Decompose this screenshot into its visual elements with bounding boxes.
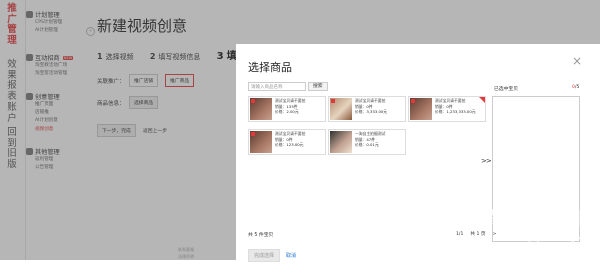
tag-icon	[411, 99, 415, 103]
selected-max: /5	[574, 85, 580, 90]
finish-select-button[interactable]: 完成选择	[248, 249, 281, 262]
product-sales: 0件	[446, 103, 453, 109]
modal-title: 选择商品	[248, 61, 292, 74]
total-count: 共 5 件宝贝	[248, 233, 274, 238]
pager: 1/1 共 1 页 >	[449, 231, 496, 237]
watermark-url: bbs.taobao.com	[497, 244, 565, 253]
product-info: 测试宝贝请不要拍 销量：0件 价格：1,233,333.00元	[435, 98, 476, 115]
product-sales: 133件	[286, 103, 298, 109]
product-card[interactable]: 测试宝贝请不要拍 销量：0件 价格：1,233,333.00元	[408, 96, 486, 122]
sales-label: 销量：	[275, 103, 287, 109]
product-info: 测试宝贝请不要拍 销量：0件 价格：3,333.00元	[355, 98, 387, 115]
product-thumbnail	[250, 131, 272, 153]
sales-label: 销量：	[275, 136, 287, 142]
move-to-selected-button[interactable]: >>	[481, 157, 492, 165]
sales-label: 销量：	[355, 103, 367, 109]
product-info: 一淘自主拍摄测试 销量：47件 价格：0.01元	[355, 131, 385, 148]
tag-icon	[251, 99, 255, 103]
product-sales: 0件	[286, 136, 293, 142]
price-label: 价格：	[355, 142, 367, 148]
price-label: 价格：	[355, 109, 367, 115]
price-label: 价格：	[275, 142, 287, 148]
selected-corner-icon	[479, 97, 485, 103]
tag-icon	[251, 132, 255, 136]
product-price: 0.01元	[366, 142, 379, 148]
product-price: 2.00元	[286, 109, 299, 115]
tag-icon	[331, 99, 335, 103]
product-search-input[interactable]: 请输入商品名称	[248, 82, 306, 91]
page: 推广管理 效果报表 账户 回到旧版 计划管理 CPS计划管理 AI计划管理 互动…	[0, 0, 600, 262]
price-label: 价格：	[435, 109, 447, 115]
product-card[interactable]: 测试宝贝请不要拍 销量：0件 价格：3,333.00元	[328, 96, 406, 122]
sales-label: 销量：	[355, 136, 367, 142]
product-thumbnail	[330, 98, 352, 120]
product-card[interactable]: 一淘自主拍摄测试 销量：47件 价格：0.01元	[328, 129, 406, 155]
price-label: 价格：	[275, 109, 287, 115]
watermark-domain: 6pf.cn	[518, 226, 565, 244]
sales-label: 销量：	[435, 103, 447, 109]
product-info: 测试宝贝请不要拍 销量：133件 价格：2.00元	[275, 98, 305, 115]
product-price: 1,233,333.00元	[446, 109, 476, 115]
product-thumbnail	[250, 98, 272, 120]
product-thumbnail	[330, 131, 352, 153]
product-sales: 47件	[366, 136, 376, 142]
selected-count: 0/5	[572, 85, 579, 90]
page-total: 共 1 页	[470, 232, 486, 237]
search-button[interactable]: 搜索	[308, 82, 328, 91]
watermark-logo-icon	[571, 237, 586, 252]
product-thumbnail	[410, 98, 432, 120]
selected-panel-title: 已选中宝贝	[494, 87, 518, 92]
product-list: 测试宝贝请不要拍 销量：133件 价格：2.00元 测试宝贝请不要拍 销量：0件…	[248, 96, 486, 266]
close-icon[interactable]: ×	[572, 54, 582, 68]
product-sales: 0件	[366, 103, 373, 109]
page-current: 1/1	[456, 232, 464, 237]
product-card[interactable]: 测试宝贝请不要拍 销量：0件 价格：123.00元	[248, 129, 326, 155]
product-price: 123.00元	[286, 142, 304, 148]
next-page-icon[interactable]: >	[492, 232, 496, 237]
modal-actions: 完成选择 取消	[248, 249, 296, 262]
product-info: 测试宝贝请不要拍 销量：0件 价格：123.00元	[275, 131, 305, 148]
cancel-link[interactable]: 取消	[286, 252, 296, 259]
product-card[interactable]: 测试宝贝请不要拍 销量：133件 价格：2.00元	[248, 96, 326, 122]
product-price: 3,333.00元	[366, 109, 388, 115]
